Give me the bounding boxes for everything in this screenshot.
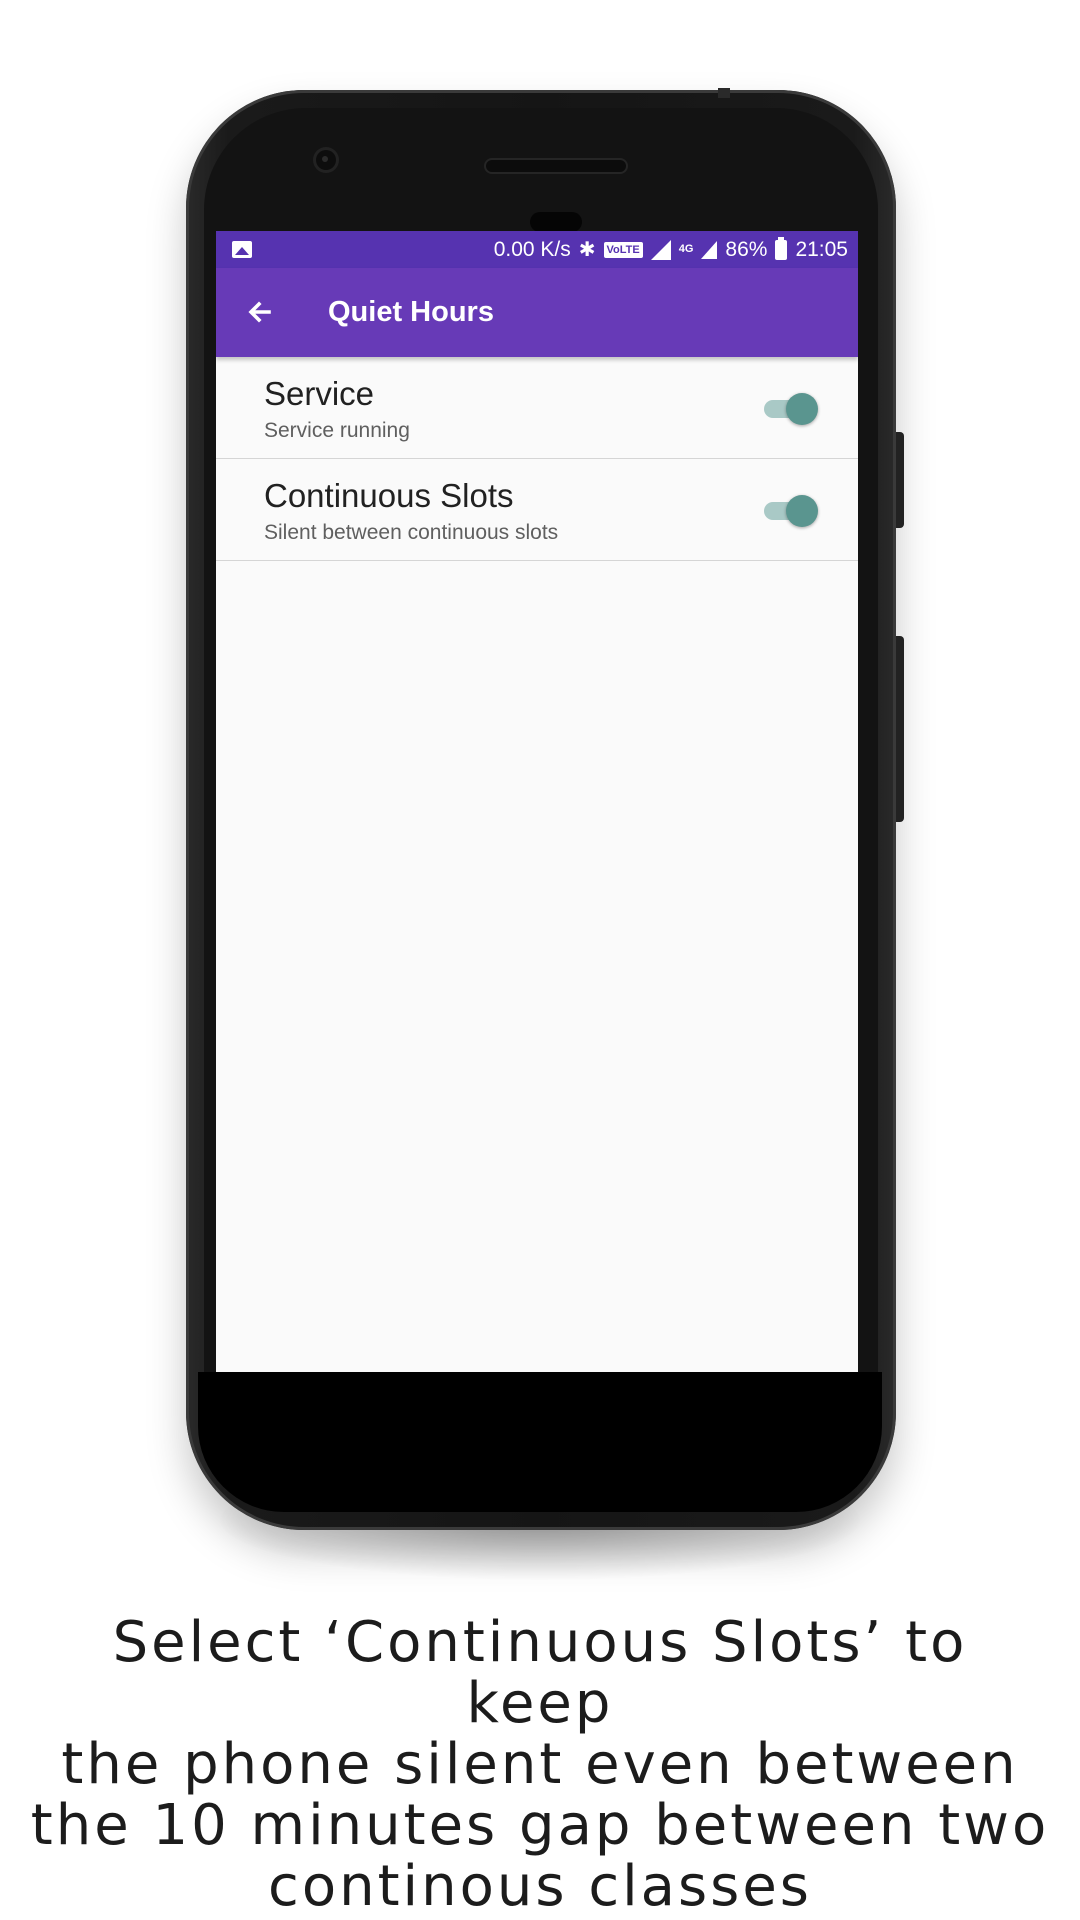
service-switch[interactable]: [764, 393, 818, 425]
caption-line: Select ‘Continuous Slots’ to keep: [112, 1610, 968, 1736]
preference-title: Continuous Slots: [264, 477, 514, 514]
preference-summary: Service running: [264, 419, 410, 442]
phone-chin: [198, 1372, 882, 1512]
front-camera-icon: [316, 150, 336, 170]
continuous-slots-switch[interactable]: [764, 495, 818, 527]
status-bar: 0.00 K/s ✱ VoLTE 4G 86% 21:05: [216, 231, 858, 268]
phone-screen: 0.00 K/s ✱ VoLTE 4G 86% 21:05 Quiet Hour…: [216, 231, 858, 1372]
net-speed: 0.00 K/s: [493, 237, 571, 261]
preference-title: Service: [264, 375, 375, 412]
network-type-4g: 4G: [678, 243, 694, 255]
power-button: [896, 636, 904, 822]
preference-list: Service Service running Continuous Slots…: [216, 357, 858, 561]
preference-service[interactable]: Service Service running: [216, 357, 858, 459]
caption-line: the 10 minutes gap between two: [30, 1793, 1050, 1858]
volume-button: [896, 432, 904, 528]
gallery-notification-icon: [232, 241, 252, 258]
phone-top-edge: [718, 88, 730, 98]
switch-thumb: [786, 495, 818, 527]
preference-summary: Silent between continuous slots: [264, 521, 559, 544]
switch-thumb: [786, 393, 818, 425]
signal-roaming-icon: [701, 240, 718, 259]
preference-continuous-slots[interactable]: Continuous Slots Silent between continuo…: [216, 459, 858, 561]
caption-line: the phone silent even between: [61, 1732, 1019, 1797]
status-bar-right: 0.00 K/s ✱ VoLTE 4G 86% 21:05: [494, 231, 848, 268]
volte-icon: VoLTE: [603, 241, 643, 258]
back-button[interactable]: [238, 290, 282, 334]
caption-line: continous classes: [268, 1854, 812, 1919]
proximity-sensor: [530, 212, 582, 232]
signal-icon: [650, 239, 671, 260]
clock: 21:05: [795, 237, 848, 261]
arrow-back-icon: [248, 301, 271, 323]
bluetooth-icon: ✱: [578, 239, 596, 261]
page-title: Quiet Hours: [328, 296, 494, 328]
earpiece-speaker: [486, 160, 626, 172]
battery-percent: 86%: [725, 237, 768, 261]
battery-icon: [775, 236, 788, 260]
promo-caption: Select ‘Continuous Slots’ to keep the ph…: [30, 1612, 1050, 1917]
app-bar: Quiet Hours: [216, 268, 858, 357]
